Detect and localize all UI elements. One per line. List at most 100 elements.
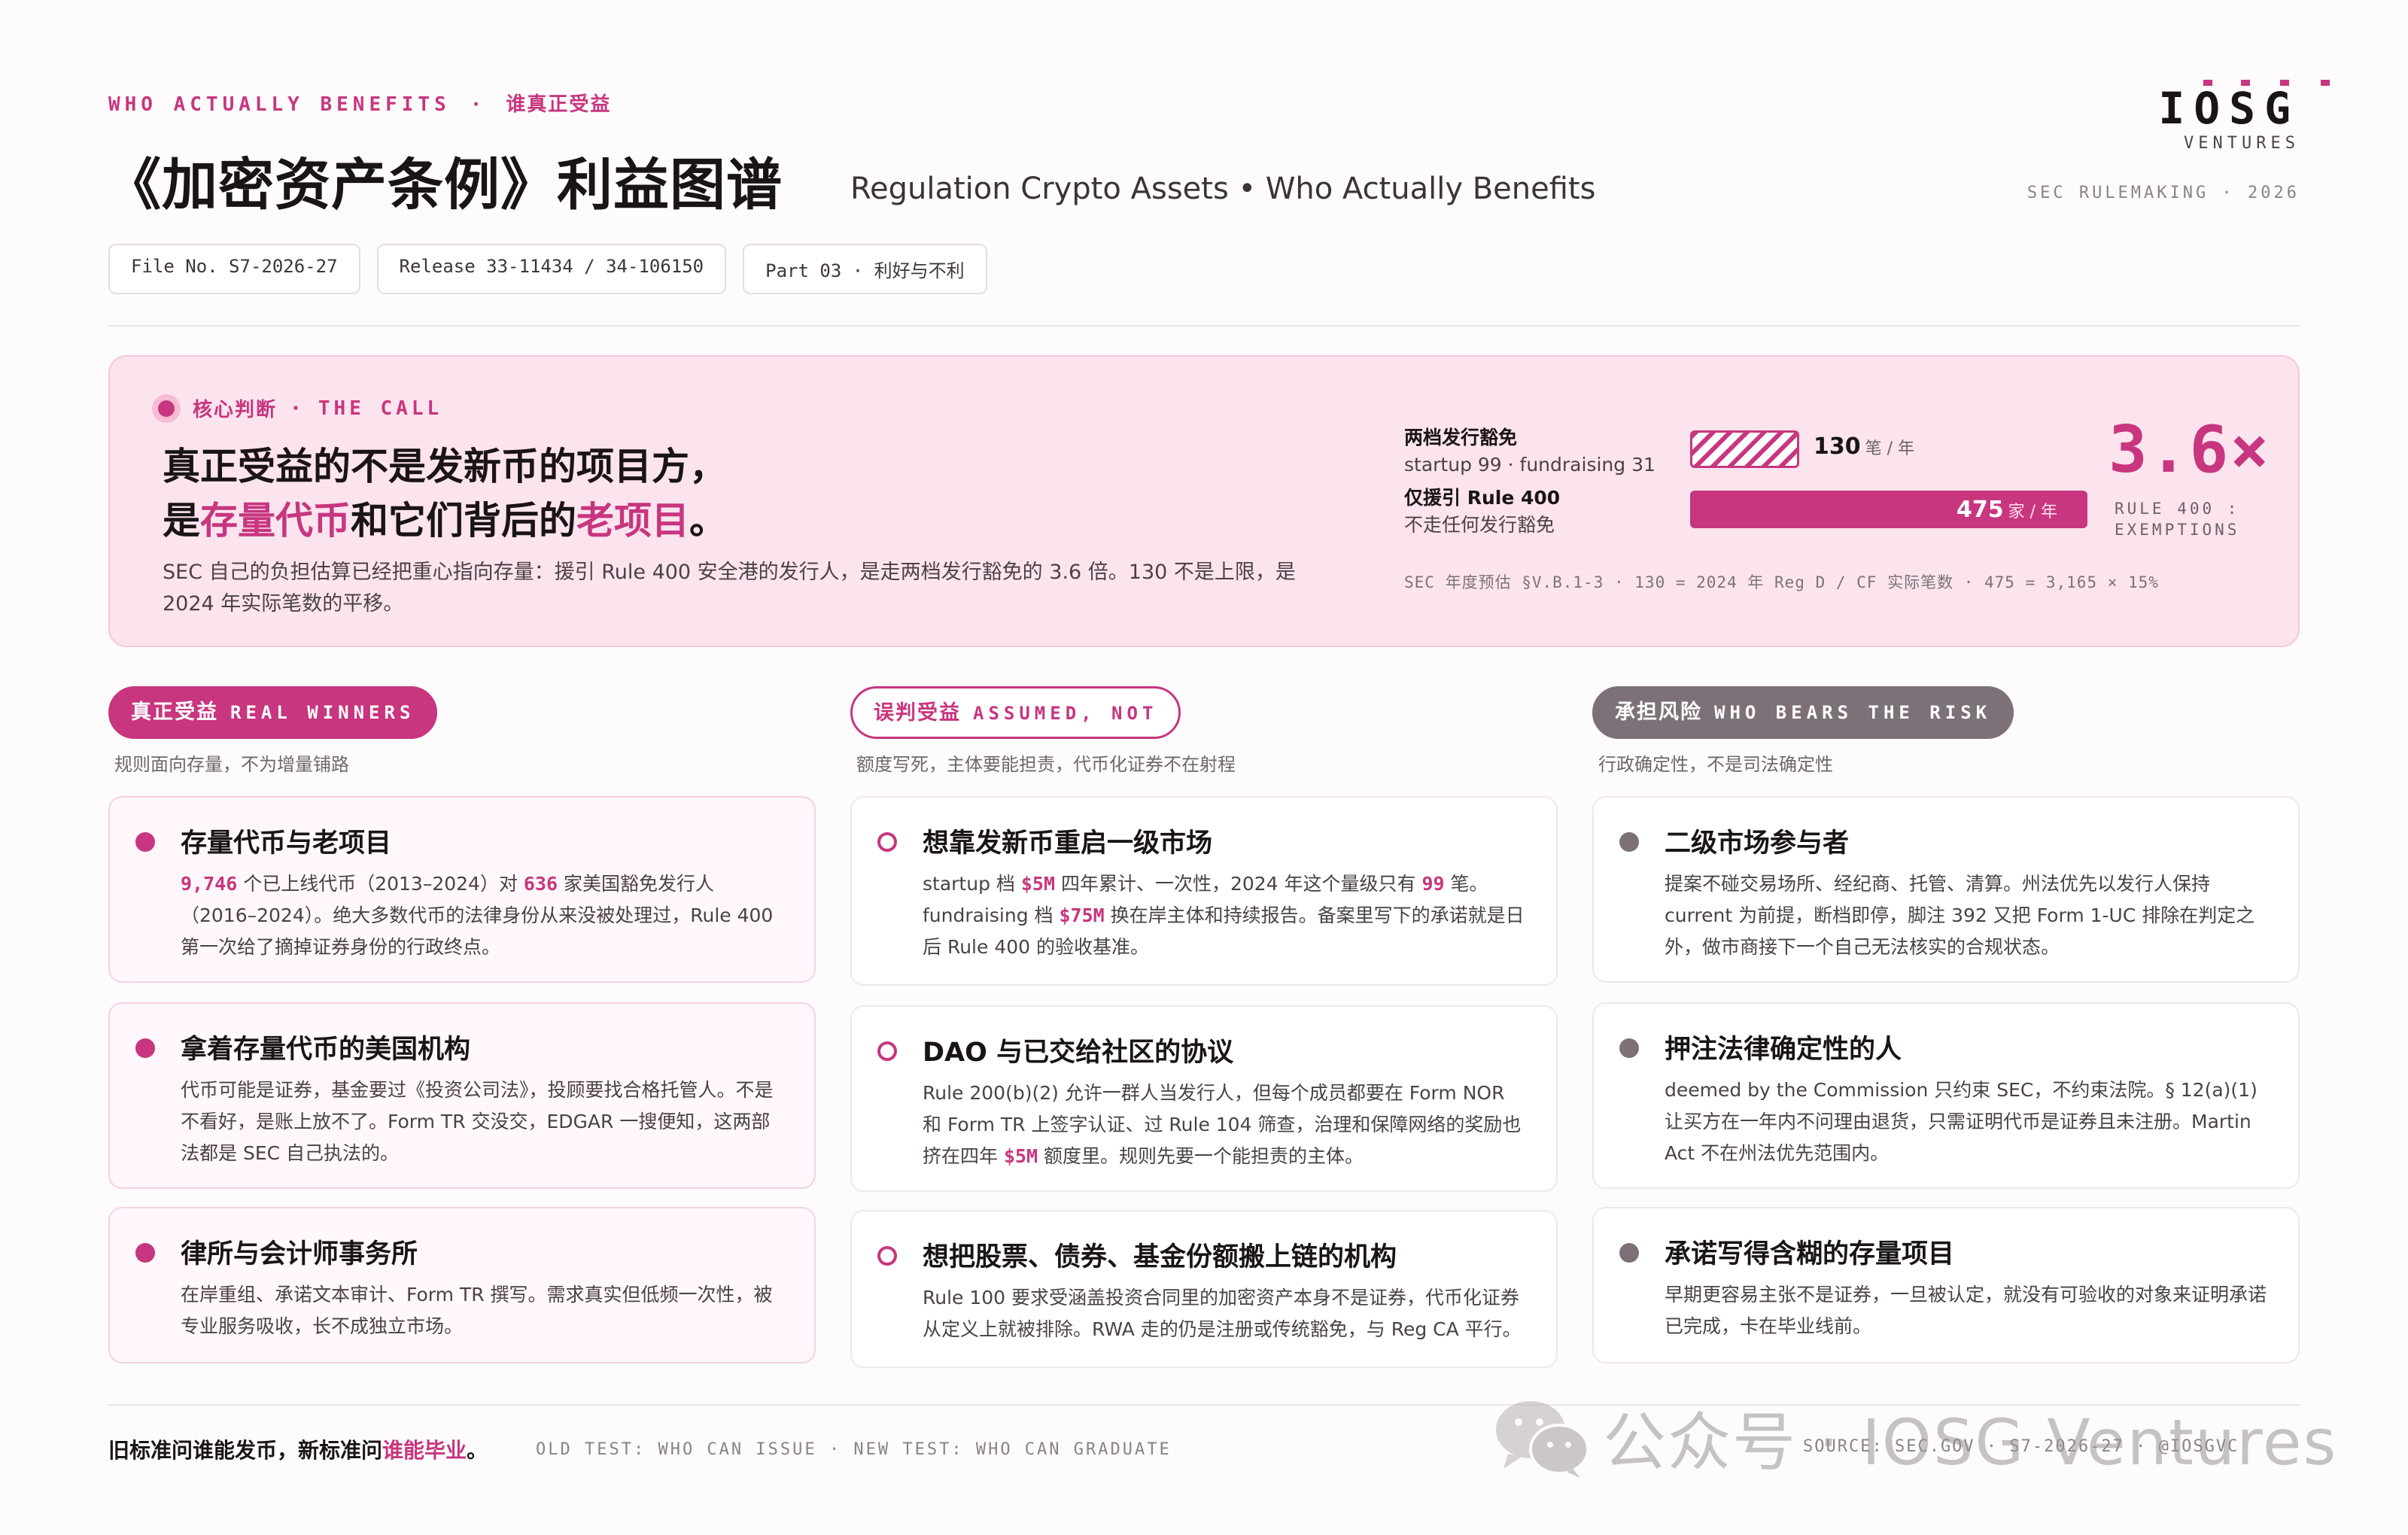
card-law-and-accounting-firms: 律所与会计师事务所 在岸重组、承诺文本审计、Form TR 撰写。需求真实但低频… xyxy=(108,1207,816,1363)
ratio-big-number: 3.6× xyxy=(2109,412,2271,488)
bar-exemptions-label: 130 笔 / 年 xyxy=(1814,433,1914,460)
card-title: 押注法律确定性的人 xyxy=(1665,1035,1902,1065)
column-subtitle: 行政确定性，不是司法确定性 xyxy=(1598,754,1833,775)
card-body: 代币可能是证券，基金要过《投资公司法》，投顾要找合格托管人。不是不看好，是账上放… xyxy=(181,1079,774,1164)
card-title: 想靠发新币重启一级市场 xyxy=(923,828,1213,859)
pill-zh: 真正受益 xyxy=(131,701,218,724)
card-title: 承诺写得含糊的存量项目 xyxy=(1665,1239,1955,1269)
call-tag-sep: · xyxy=(292,397,303,420)
body-text: 个已上线代币（2013–2024）对 xyxy=(237,873,524,895)
call-tag: 核心判断 · THE CALL xyxy=(158,394,442,422)
column-assumed-not: 误判受益 ASSUMED, NOT 额度写死，主体要能担责，代币化证券不在射程 想… xyxy=(850,686,1558,1368)
column-real-winners: 真正受益 REAL WINNERS 规则面向存量，不为增量铺路 存量代币与老项目 … xyxy=(108,686,816,1363)
headline-part: 和它们背后的 xyxy=(351,499,576,543)
chip-file-no: File No. S7-2026-27 xyxy=(108,244,360,294)
call-headline-line-1: 真正受益的不是发新币的项目方， xyxy=(163,445,727,488)
bar-rule-400-475: 475 家 / 年 xyxy=(1690,491,2087,528)
page-subtitle: Regulation Crypto Assets • Who Actually … xyxy=(850,172,1596,206)
footer-tagline-part: 。 xyxy=(467,1438,488,1463)
card-tokenized-securities: 想把股票、债券、基金份额搬上链的机构 Rule 100 要求受涵盖投资合同里的加… xyxy=(850,1210,1558,1368)
stat-rule-400-title: 仅援引 Rule 400 xyxy=(1404,487,1561,509)
highlight-number: 636 xyxy=(523,873,558,895)
card-stock-tokens: 存量代币与老项目 9,746 个已上线代币（2013–2024）对 636 家美… xyxy=(108,796,816,983)
the-call-panel: 核心判断 · THE CALL 真正受益的不是发新币的项目方， 是存量代币和它们… xyxy=(108,355,2300,647)
highlight-number: 99 xyxy=(1421,873,1445,895)
bullet-dot-icon xyxy=(1619,832,1639,852)
headline-highlight-legacy-projects: 老项目 xyxy=(576,499,689,543)
logo-dots-icon xyxy=(2188,80,2346,86)
stat-two-tier-title: 两档发行豁免 xyxy=(1404,427,1518,448)
pill-zh: 误判受益 xyxy=(874,701,961,725)
pill-who-bears-risk: 承担风险 WHO BEARS THE RISK xyxy=(1592,686,2014,739)
headline-part: 是 xyxy=(163,499,200,543)
iosg-logo: IOSG VENTURES xyxy=(2158,78,2330,153)
bullet-ring-icon xyxy=(877,1041,897,1061)
call-headline-line-2: 是存量代币和它们背后的老项目。 xyxy=(163,494,727,548)
call-tag-zh: 核心判断 xyxy=(193,399,278,421)
call-body: SEC 自己的负担估算已经把重心指向存量：援引 Rule 400 安全港的发行人… xyxy=(163,561,1296,616)
card-title: 存量代币与老项目 xyxy=(181,828,392,859)
call-headline: 真正受益的不是发新币的项目方， 是存量代币和它们背后的老项目。 xyxy=(163,439,727,548)
card-title: DAO 与已交给社区的协议 xyxy=(923,1038,1234,1068)
highlight-number: $5M xyxy=(1003,1145,1038,1167)
pill-en: ASSUMED, NOT xyxy=(973,703,1158,724)
eyebrow-zh: 谁真正受益 xyxy=(506,93,612,116)
bullet-dot-icon xyxy=(135,1038,155,1058)
chip-release: Release 33-11434 / 34-106150 xyxy=(376,244,727,294)
card-legal-certainty-bettors: 押注法律确定性的人 deemed by the Commission 只约束 S… xyxy=(1592,1002,2300,1189)
headline-highlight-stock-tokens: 存量代币 xyxy=(200,499,351,543)
headline-part: 。 xyxy=(689,499,727,543)
bullet-dot-icon xyxy=(1619,1243,1639,1263)
column-subtitle: 额度写死，主体要能担责，代币化证券不在射程 xyxy=(856,754,1236,775)
logo-wordmark: IOSG xyxy=(2158,83,2300,134)
footer-english-tagline: OLD TEST: WHO CAN ISSUE · NEW TEST: WHO … xyxy=(536,1440,1172,1459)
ratio-caption: RULE 400 : EXEMPTIONS xyxy=(2115,498,2239,540)
bullet-ring-icon xyxy=(877,832,897,852)
column-who-bears-risk: 承担风险 WHO BEARS THE RISK 行政确定性，不是司法确定性 二级市… xyxy=(1592,686,2300,1363)
header-divider xyxy=(108,325,2300,327)
card-dao-protocols: DAO 与已交给社区的协议 Rule 200(b)(2) 允许一群人当发行人，但… xyxy=(850,1005,1558,1192)
card-title: 想把股票、债券、基金份额搬上链的机构 xyxy=(923,1242,1397,1272)
card-us-institutions: 拿着存量代币的美国机构 代币可能是证券，基金要过《投资公司法》，投顾要找合格托管… xyxy=(108,1002,816,1189)
highlight-number: 9,746 xyxy=(181,873,238,895)
wechat-icon xyxy=(1496,1400,1589,1478)
body-text: startup 档 xyxy=(923,873,1021,895)
body-text: 四年累计、一次性，2024 年这个量级只有 xyxy=(1055,873,1422,895)
stat-two-tier-sub: startup 99 · fundraising 31 xyxy=(1404,454,1655,476)
watermark-text: 公众号 · IOSG Ventures xyxy=(1603,1406,2338,1479)
card-title: 律所与会计师事务所 xyxy=(181,1239,418,1269)
footer-tagline-highlight: 谁能毕业 xyxy=(382,1438,467,1463)
card-body: 在岸重组、承诺文本审计、Form TR 撰写。需求真实但低频一次性，被专业服务吸… xyxy=(181,1284,773,1337)
stat-source-note: SEC 年度预估 §V.B.1-3 · 130 = 2024 年 Reg D /… xyxy=(1404,573,2159,591)
card-body: 提案不碰交易场所、经纪商、托管、清算。州法优先以发行人保持 current 为前… xyxy=(1665,873,2255,958)
bullet-dot-icon xyxy=(135,832,155,852)
card-new-token-primary-market: 想靠发新币重启一级市场 startup 档 $5M 四年累计、一次性，2024 … xyxy=(850,796,1558,986)
card-title: 二级市场参与者 xyxy=(1665,828,1850,859)
highlight-number: $5M xyxy=(1020,873,1055,895)
bar-exemptions-unit: 笔 / 年 xyxy=(1865,439,1915,458)
footer-tagline-part: 旧标准问谁能发币，新标准问 xyxy=(108,1438,383,1463)
body-text: 额度里。规则先要一个能担责的主体。 xyxy=(1038,1145,1364,1167)
stat-rule-400-sub: 不走任何发行豁免 xyxy=(1404,514,1555,536)
footer-tagline: 旧标准问谁能发币，新标准问谁能毕业。 xyxy=(108,1434,488,1464)
card-body: Rule 200(b)(2) 允许一群人当发行人，但每个成员都要在 Form N… xyxy=(923,1078,1529,1172)
card-title: 拿着存量代币的美国机构 xyxy=(181,1035,471,1065)
pill-assumed-not: 误判受益 ASSUMED, NOT xyxy=(850,686,1181,739)
bar-rule-400-value: 475 xyxy=(1956,497,2004,523)
call-dot-icon xyxy=(158,400,175,417)
card-body: Rule 100 要求受涵盖投资合同里的加密资产本身不是证券，代币化证券从定义上… xyxy=(923,1287,1522,1340)
bullet-dot-icon xyxy=(135,1243,155,1263)
chip-part: Part 03 · 利好与不利 xyxy=(743,244,987,294)
wechat-watermark: 公众号 · IOSG Ventures xyxy=(1493,1392,2337,1483)
eyebrow-en: WHO ACTUALLY BENEFITS xyxy=(108,93,451,116)
card-secondary-market: 二级市场参与者 提案不碰交易场所、经纪商、托管、清算。州法优先以发行人保持 cu… xyxy=(1592,796,2300,983)
bar-exemptions-130 xyxy=(1690,430,1799,468)
ratio-caption-line-1: RULE 400 : xyxy=(2115,500,2240,518)
bullet-dot-icon xyxy=(1619,1038,1639,1058)
pill-en: WHO BEARS THE RISK xyxy=(1714,702,1992,723)
card-vague-commitments: 承诺写得含糊的存量项目 早期更容易主张不是证券，一旦被认定，就没有可验收的对象来… xyxy=(1592,1207,2300,1363)
page-title: 《加密资产条例》利益图谱 xyxy=(105,153,783,217)
column-subtitle: 规则面向存量，不为增量铺路 xyxy=(114,754,349,775)
pill-zh: 承担风险 xyxy=(1615,701,1702,724)
card-body: startup 档 $5M 四年累计、一次性，2024 年这个量级只有 99 笔… xyxy=(923,868,1529,963)
